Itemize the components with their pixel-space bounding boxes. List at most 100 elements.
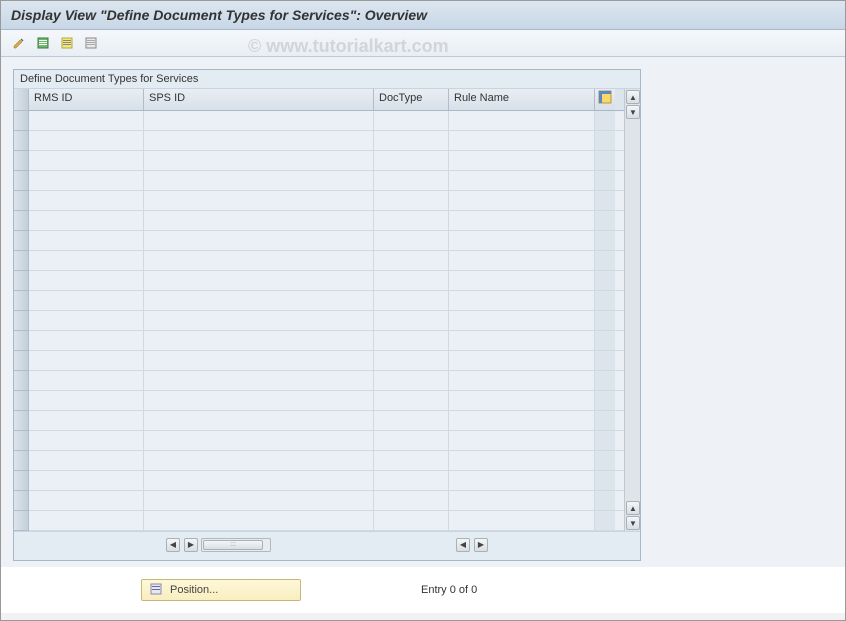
- cell-sps[interactable]: [144, 411, 374, 430]
- vertical-scrollbar[interactable]: ▲ ▼ ▲ ▼: [624, 89, 640, 531]
- cell-sps[interactable]: [144, 111, 374, 130]
- column-header-doctype[interactable]: DocType: [374, 89, 449, 110]
- cell-rule[interactable]: [449, 411, 595, 430]
- cell-rms[interactable]: [29, 471, 144, 490]
- cell-doctype[interactable]: [374, 471, 449, 490]
- table-row[interactable]: [29, 171, 624, 191]
- scrollbar-thumb[interactable]: :::: [203, 540, 263, 550]
- table-row[interactable]: [29, 151, 624, 171]
- cell-sps[interactable]: [144, 431, 374, 450]
- cell-sps[interactable]: [144, 451, 374, 470]
- deselect-button[interactable]: [81, 34, 101, 52]
- column-header-rms-id[interactable]: RMS ID: [29, 89, 144, 110]
- row-selector[interactable]: [14, 471, 28, 491]
- cell-rms[interactable]: [29, 491, 144, 510]
- cell-sps[interactable]: [144, 471, 374, 490]
- row-selector[interactable]: [14, 371, 28, 391]
- scroll-right-button[interactable]: ▶: [184, 538, 198, 552]
- table-row[interactable]: [29, 291, 624, 311]
- cell-sps[interactable]: [144, 371, 374, 390]
- cell-rule[interactable]: [449, 291, 595, 310]
- cell-sps[interactable]: [144, 391, 374, 410]
- cell-doctype[interactable]: [374, 151, 449, 170]
- cell-rms[interactable]: [29, 171, 144, 190]
- table-row[interactable]: [29, 511, 624, 531]
- table-row[interactable]: [29, 351, 624, 371]
- cell-doctype[interactable]: [374, 311, 449, 330]
- change-button[interactable]: [9, 34, 29, 52]
- cell-sps[interactable]: [144, 351, 374, 370]
- cell-rule[interactable]: [449, 351, 595, 370]
- cell-rule[interactable]: [449, 171, 595, 190]
- horizontal-scrollbar[interactable]: :::: [201, 538, 271, 552]
- cell-rule[interactable]: [449, 191, 595, 210]
- cell-rms[interactable]: [29, 311, 144, 330]
- cell-sps[interactable]: [144, 331, 374, 350]
- cell-rule[interactable]: [449, 311, 595, 330]
- table-row[interactable]: [29, 471, 624, 491]
- cell-doctype[interactable]: [374, 491, 449, 510]
- scroll-down-button[interactable]: ▼: [626, 105, 640, 119]
- cell-rms[interactable]: [29, 391, 144, 410]
- cell-rule[interactable]: [449, 391, 595, 410]
- cell-rule[interactable]: [449, 131, 595, 150]
- row-selector[interactable]: [14, 511, 28, 531]
- row-selector[interactable]: [14, 291, 28, 311]
- cell-rule[interactable]: [449, 231, 595, 250]
- cell-rms[interactable]: [29, 351, 144, 370]
- cell-rms[interactable]: [29, 271, 144, 290]
- row-selector[interactable]: [14, 431, 28, 451]
- table-row[interactable]: [29, 491, 624, 511]
- scroll-up-button[interactable]: ▲: [626, 90, 640, 104]
- table-row[interactable]: [29, 311, 624, 331]
- cell-rms[interactable]: [29, 331, 144, 350]
- column-header-sps-id[interactable]: SPS ID: [144, 89, 374, 110]
- table-row[interactable]: [29, 131, 624, 151]
- row-selector[interactable]: [14, 491, 28, 511]
- cell-doctype[interactable]: [374, 231, 449, 250]
- cell-doctype[interactable]: [374, 371, 449, 390]
- cell-rms[interactable]: [29, 231, 144, 250]
- cell-doctype[interactable]: [374, 351, 449, 370]
- row-selector[interactable]: [14, 311, 28, 331]
- cell-rms[interactable]: [29, 451, 144, 470]
- cell-sps[interactable]: [144, 171, 374, 190]
- cell-rms[interactable]: [29, 191, 144, 210]
- row-selector-header[interactable]: [14, 89, 28, 111]
- row-selector[interactable]: [14, 131, 28, 151]
- cell-rms[interactable]: [29, 251, 144, 270]
- cell-rule[interactable]: [449, 511, 595, 530]
- cell-rms[interactable]: [29, 151, 144, 170]
- cell-rule[interactable]: [449, 331, 595, 350]
- cell-sps[interactable]: [144, 211, 374, 230]
- cell-rule[interactable]: [449, 211, 595, 230]
- scroll-left-button[interactable]: ◀: [166, 538, 180, 552]
- cell-doctype[interactable]: [374, 431, 449, 450]
- row-selector[interactable]: [14, 111, 28, 131]
- cell-sps[interactable]: [144, 271, 374, 290]
- cell-sps[interactable]: [144, 151, 374, 170]
- row-selector[interactable]: [14, 411, 28, 431]
- scroll-right-button[interactable]: ▶: [474, 538, 488, 552]
- cell-rule[interactable]: [449, 151, 595, 170]
- cell-rms[interactable]: [29, 371, 144, 390]
- table-row[interactable]: [29, 431, 624, 451]
- select-all-button[interactable]: [33, 34, 53, 52]
- table-row[interactable]: [29, 271, 624, 291]
- cell-rule[interactable]: [449, 431, 595, 450]
- table-row[interactable]: [29, 211, 624, 231]
- scroll-left-button[interactable]: ◀: [456, 538, 470, 552]
- table-row[interactable]: [29, 191, 624, 211]
- cell-rule[interactable]: [449, 451, 595, 470]
- cell-rule[interactable]: [449, 471, 595, 490]
- cell-sps[interactable]: [144, 191, 374, 210]
- cell-rms[interactable]: [29, 431, 144, 450]
- cell-sps[interactable]: [144, 231, 374, 250]
- cell-rms[interactable]: [29, 511, 144, 530]
- select-block-button[interactable]: [57, 34, 77, 52]
- row-selector[interactable]: [14, 151, 28, 171]
- table-row[interactable]: [29, 411, 624, 431]
- position-button[interactable]: Position...: [141, 579, 301, 601]
- cell-doctype[interactable]: [374, 171, 449, 190]
- table-row[interactable]: [29, 391, 624, 411]
